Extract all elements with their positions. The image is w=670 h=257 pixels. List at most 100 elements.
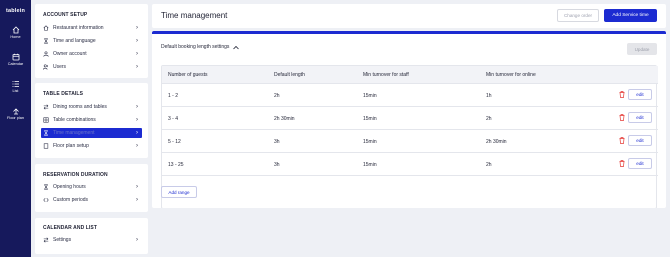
edit-button[interactable]: edit <box>628 89 652 100</box>
table-details-panel: TABLE DETAILS Dining rooms and tables › … <box>35 83 148 158</box>
trash-icon[interactable] <box>619 91 625 98</box>
menu-label: Floor plan setup <box>53 143 89 149</box>
card-accent-bar <box>152 31 666 34</box>
chevron-up-icon <box>233 45 240 49</box>
menu-label: Dining rooms and tables <box>53 104 107 110</box>
person-icon <box>43 51 49 57</box>
chevron-right-icon: › <box>136 25 138 31</box>
menu-label: Settings <box>53 237 72 243</box>
users-icon <box>43 64 49 70</box>
hourglass-icon <box>43 38 49 44</box>
menu-label: Opening hours <box>53 184 86 190</box>
home-icon <box>12 26 19 34</box>
nav-calendar-label: Calendar <box>7 62 24 66</box>
change-order-button[interactable]: Change order <box>557 9 599 22</box>
section-toggle[interactable]: Default booking length settings <box>161 44 240 50</box>
menu-restaurant-information[interactable]: Restaurant information › <box>41 23 142 33</box>
chevron-right-icon: › <box>136 104 138 110</box>
nav-home-label: Home <box>10 35 21 39</box>
chevron-right-icon: › <box>136 117 138 123</box>
menu-custom-periods[interactable]: Custom periods › <box>41 195 142 205</box>
nav-calendar[interactable]: Calendar <box>0 53 31 66</box>
cell-default-length: 2h 30min <box>274 116 295 122</box>
menu-label: Time and language <box>53 38 96 44</box>
column-header: Min turnover for online <box>486 72 536 78</box>
menu-dining-rooms-and-tables[interactable]: Dining rooms and tables › <box>41 102 142 112</box>
table-row: 5 - 12 3h 15min 2h 30min edit <box>162 130 658 153</box>
hourglass-icon <box>43 184 49 190</box>
column-header: Number of guests <box>168 72 208 78</box>
cell-min-online: 2h 30min <box>486 139 507 145</box>
app-logo: tablein <box>5 8 26 14</box>
nav-list-label: List <box>12 89 19 93</box>
menu-time-management[interactable]: Time management › <box>41 128 142 138</box>
edit-button[interactable]: edit <box>628 112 652 123</box>
cell-min-online: 1h <box>486 93 492 99</box>
home-icon <box>43 25 49 31</box>
menu-label: Time management <box>53 130 95 136</box>
nav-floor-plan-label: Floor plan <box>7 116 24 120</box>
calendar-and-list-title: CALENDAR AND LIST <box>43 225 98 231</box>
edit-button[interactable]: edit <box>628 135 652 146</box>
menu-label: Users <box>53 64 67 70</box>
nav-list[interactable]: List <box>0 80 31 93</box>
menu-label: Custom periods <box>53 197 89 203</box>
table-row: 1 - 2 2h 15min 1h edit <box>162 84 658 107</box>
calendar-and-list-panel: CALENDAR AND LIST Settings › <box>35 218 148 254</box>
code-icon <box>43 197 49 203</box>
edit-button[interactable]: edit <box>628 158 652 169</box>
chevron-right-icon: › <box>136 130 138 136</box>
cell-default-length: 2h <box>274 93 280 99</box>
cell-default-length: 3h <box>274 162 280 168</box>
cell-min-staff: 15min <box>363 93 377 99</box>
menu-table-combinations[interactable]: Table combinations › <box>41 115 142 125</box>
chevron-right-icon: › <box>136 143 138 149</box>
cell-guests: 1 - 2 <box>168 93 179 99</box>
chevron-right-icon: › <box>136 184 138 190</box>
reservation-duration-panel: RESERVATION DURATION Opening hours › Cus… <box>35 164 148 212</box>
document-icon <box>43 143 49 149</box>
grid-icon <box>43 117 49 123</box>
cell-min-online: 2h <box>486 116 492 122</box>
trash-icon[interactable] <box>619 114 625 121</box>
cell-guests: 13 - 25 <box>168 162 184 168</box>
nav-floor-plan[interactable]: Floor plan <box>0 107 31 120</box>
menu-settings[interactable]: Settings › <box>41 235 142 245</box>
menu-label: Owner account <box>53 51 87 57</box>
menu-users[interactable]: Users › <box>41 62 142 72</box>
account-setup-panel: ACCOUNT SETUP Restaurant information › T… <box>35 4 148 78</box>
menu-opening-hours[interactable]: Opening hours › <box>41 182 142 192</box>
arrows-icon <box>43 237 49 243</box>
menu-label: Restaurant information <box>53 25 104 31</box>
add-range-button[interactable]: Add range <box>161 186 197 198</box>
hourglass-icon <box>43 130 49 136</box>
chevron-right-icon: › <box>136 237 138 243</box>
chevron-right-icon: › <box>136 38 138 44</box>
nav-home[interactable]: Home <box>0 26 31 39</box>
menu-floor-plan-setup[interactable]: Floor plan setup › <box>41 141 142 151</box>
table-row: 3 - 4 2h 30min 15min 2h edit <box>162 107 658 130</box>
calendar-icon <box>12 53 19 61</box>
reservation-duration-title: RESERVATION DURATION <box>43 172 108 178</box>
trash-icon[interactable] <box>619 160 625 167</box>
cell-guests: 3 - 4 <box>168 116 179 122</box>
booking-length-table: Number of guests Default length Min turn… <box>161 65 658 208</box>
menu-time-and-language[interactable]: Time and language › <box>41 36 142 46</box>
cell-default-length: 3h <box>274 139 280 145</box>
floor-plan-icon <box>12 108 19 115</box>
section-title: Default booking length settings <box>161 44 230 50</box>
menu-owner-account[interactable]: Owner account › <box>41 49 142 59</box>
chevron-right-icon: › <box>136 64 138 70</box>
update-button[interactable]: Update <box>627 43 657 55</box>
cell-min-online: 2h <box>486 162 492 168</box>
page-header: Time management Change order Add Service… <box>152 4 666 28</box>
trash-icon[interactable] <box>619 137 625 144</box>
booking-length-card: Default booking length settings Update N… <box>152 31 666 208</box>
menu-label: Table combinations <box>53 117 96 123</box>
add-service-time-button[interactable]: Add Service time <box>604 9 657 22</box>
column-header: Min turnover for staff <box>363 72 409 78</box>
column-header: Default length <box>274 72 305 78</box>
table-header: Number of guests Default length Min turn… <box>162 66 658 84</box>
cell-guests: 5 - 12 <box>168 139 181 145</box>
cell-min-staff: 15min <box>363 116 377 122</box>
